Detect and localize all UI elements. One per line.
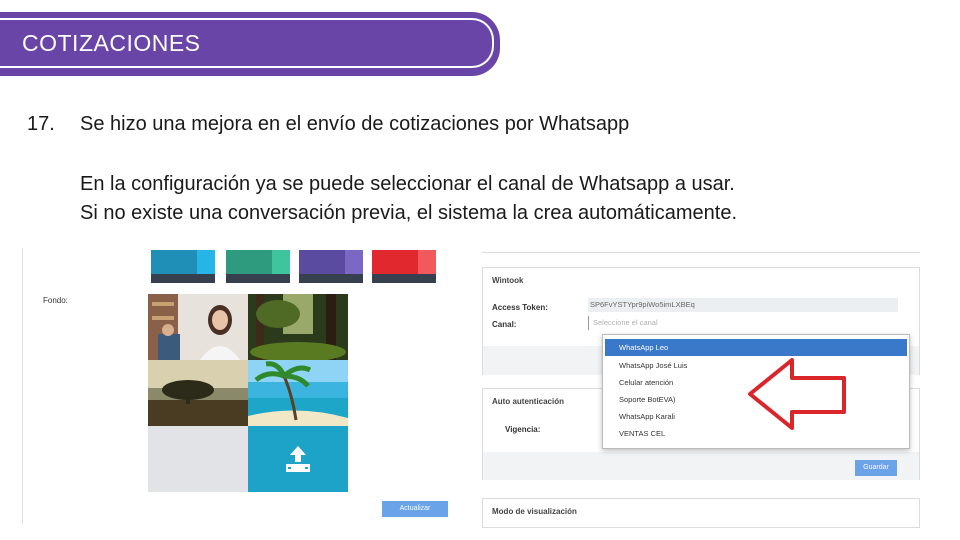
upload-icon [286, 446, 310, 472]
background-settings-panel: Fondo: Actualizar [22, 248, 452, 524]
item-heading: Se hizo una mejora en el envío de cotiza… [80, 113, 630, 135]
access-token-field[interactable]: SP6FvYSTYpr9piWo5imLXBEq [588, 298, 898, 312]
item-number: 17. [27, 113, 55, 135]
description-line-2: Si no existe una conversación previa, el… [80, 202, 738, 224]
card-footer [483, 452, 919, 480]
wintook-title: Wintook [492, 276, 524, 285]
color-swatch-red[interactable] [372, 250, 436, 283]
background-option-empty[interactable] [148, 426, 248, 492]
divider [482, 252, 920, 253]
background-option-beach[interactable] [248, 360, 348, 426]
display-mode-title: Modo de visualización [492, 507, 577, 516]
background-gallery [148, 294, 348, 494]
description-line-1: En la configuración ya se puede seleccio… [80, 173, 735, 195]
background-option-forest[interactable] [248, 294, 348, 360]
upload-background-tile[interactable] [248, 426, 348, 492]
background-option-savanna[interactable] [148, 360, 248, 426]
update-button[interactable]: Actualizar [382, 501, 448, 517]
background-option-office[interactable] [148, 294, 248, 360]
color-swatch-blue[interactable] [151, 250, 215, 283]
save-button[interactable]: Guardar [855, 460, 897, 476]
dropdown-option[interactable]: WhatsApp Leo [605, 339, 907, 356]
fondo-label: Fondo: [43, 296, 68, 305]
color-swatch-purple[interactable] [299, 250, 363, 283]
slide-title: COTIZACIONES [22, 30, 201, 56]
color-swatch-green[interactable] [226, 250, 290, 283]
display-mode-card: Modo de visualización [482, 498, 920, 528]
access-token-label: Access Token: [492, 303, 548, 312]
vigencia-label: Vigencia: [505, 425, 541, 434]
red-arrow-annotation [748, 358, 846, 430]
canal-select[interactable]: Seleccione el canal [588, 316, 898, 330]
canal-label: Canal: [492, 320, 517, 329]
auto-auth-title: Auto autenticación [492, 397, 565, 406]
